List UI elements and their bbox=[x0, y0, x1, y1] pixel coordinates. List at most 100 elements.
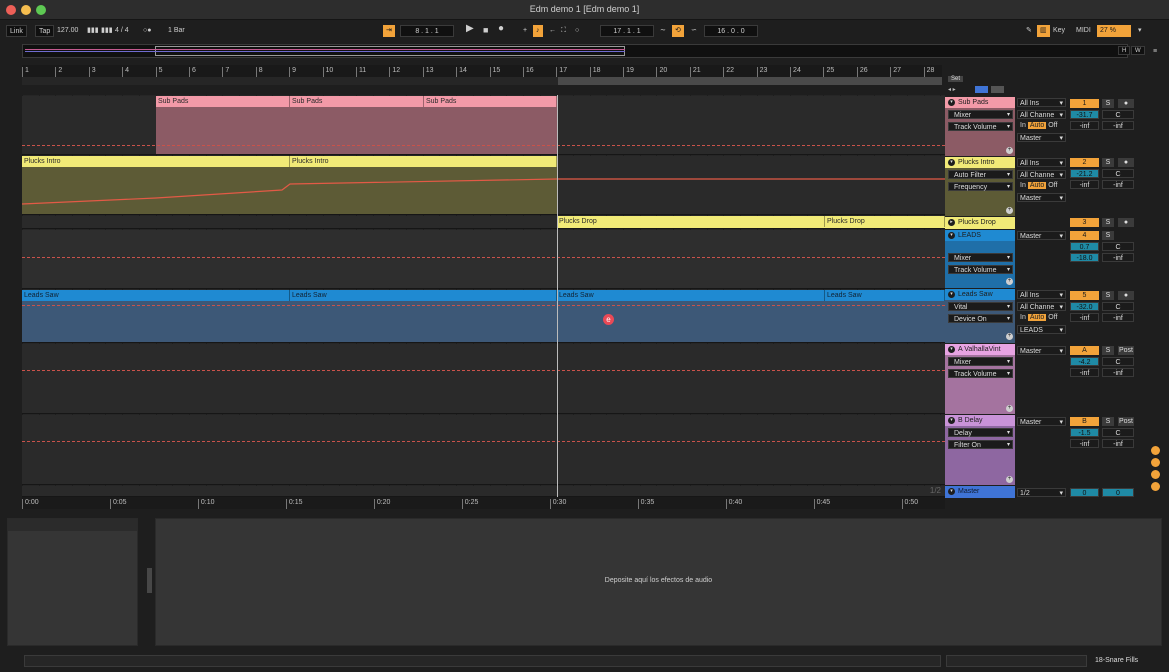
loop-strip[interactable] bbox=[22, 77, 942, 85]
clip[interactable]: Leads Saw bbox=[825, 290, 945, 342]
fold-icon[interactable]: ▾ bbox=[948, 488, 955, 495]
add-lane-icon[interactable]: + bbox=[1006, 278, 1013, 285]
monitor-off[interactable]: Off bbox=[1046, 314, 1059, 321]
volume-field[interactable]: -31.7 bbox=[1070, 110, 1099, 119]
arm-icon[interactable]: ● bbox=[1118, 99, 1134, 108]
track-activator[interactable]: 2 bbox=[1070, 158, 1099, 167]
track-activator[interactable]: 3 bbox=[1070, 218, 1099, 227]
send-b-field[interactable]: -inf bbox=[1102, 439, 1134, 448]
pan-field[interactable]: C bbox=[1102, 169, 1134, 178]
fold-icon[interactable]: ▾ bbox=[948, 232, 955, 239]
output-select[interactable]: Master ▾ bbox=[1017, 193, 1066, 202]
position-field[interactable]: 8 . 1 . 1 bbox=[400, 25, 454, 37]
loop-start-field[interactable]: 17 . 1 . 1 bbox=[600, 25, 654, 37]
clip[interactable]: Plucks Drop bbox=[825, 216, 945, 228]
fold-icon[interactable]: ▸ bbox=[948, 219, 955, 226]
parameter-chooser[interactable]: Device On ▾ bbox=[948, 314, 1013, 323]
device-chooser[interactable]: Auto Filter ▾ bbox=[948, 170, 1013, 179]
monitor-auto[interactable]: Auto bbox=[1027, 122, 1047, 129]
punch-out-icon[interactable]: ∽ bbox=[688, 25, 700, 37]
send-a-field[interactable]: -inf bbox=[1070, 313, 1099, 322]
send-b-field[interactable]: -inf bbox=[1102, 180, 1134, 189]
arm-icon[interactable]: ● bbox=[1118, 158, 1134, 167]
send-b-field[interactable]: -inf bbox=[1102, 121, 1134, 130]
frequency-automation-curve[interactable] bbox=[22, 156, 945, 215]
output-select[interactable]: Master ▾ bbox=[1017, 231, 1066, 240]
track-header-master[interactable]: ▾ Master bbox=[945, 486, 1015, 498]
track-header-plucks-intro[interactable]: ▾ Plucks Intro Auto Filter ▾ Frequency ▾ + bbox=[945, 157, 1015, 216]
track-lane-leads-saw[interactable]: Leads Saw Leads Saw Leads Saw Leads Saw … bbox=[22, 290, 945, 343]
fold-icon[interactable]: ▾ bbox=[948, 291, 955, 298]
track-name[interactable]: Master bbox=[958, 486, 979, 497]
track-name[interactable]: B Delay bbox=[958, 415, 983, 426]
tempo-field[interactable]: 127.00 bbox=[54, 25, 81, 37]
add-lane-icon[interactable]: + bbox=[1006, 333, 1013, 340]
monitor-off[interactable]: Off bbox=[1046, 122, 1059, 129]
time-ruler[interactable]: 0:00 0:05 0:10 0:15 0:20 0:25 0:30 0:35 0:40 0:45… bbox=[22, 497, 945, 509]
device-chooser[interactable]: Vital ▾ bbox=[948, 302, 1013, 311]
input-channel-select[interactable]: All Channe ▾ bbox=[1017, 170, 1066, 179]
post-button[interactable]: Post bbox=[1118, 417, 1134, 426]
track-name[interactable]: Plucks Drop bbox=[958, 217, 996, 228]
w-button[interactable]: W bbox=[1131, 46, 1145, 55]
device-chooser[interactable]: Mixer ▾ bbox=[948, 357, 1013, 366]
session-record-icon[interactable]: ○ bbox=[572, 25, 582, 37]
volume-field[interactable]: 0 bbox=[1070, 488, 1099, 497]
lock-icon[interactable] bbox=[991, 86, 1004, 93]
track-activator[interactable]: A bbox=[1070, 346, 1099, 355]
monitor-auto[interactable]: Auto bbox=[1027, 182, 1047, 189]
h-button[interactable]: H bbox=[1118, 46, 1131, 55]
track-activator[interactable]: 4 bbox=[1070, 231, 1099, 240]
send-b-field[interactable]: -inf bbox=[1102, 313, 1134, 322]
track-activator[interactable]: 5 bbox=[1070, 291, 1099, 300]
parameter-chooser[interactable]: Track Volume ▾ bbox=[948, 122, 1013, 131]
beat-ruler[interactable]: 1 2 3 4 5 6 7 8 9 10 11 12 13 14 15 16 17 18 19 20 21 22 23 24 2… bbox=[22, 65, 942, 77]
monitor-auto[interactable]: Auto bbox=[1027, 314, 1047, 321]
monitor-in[interactable]: In bbox=[1018, 314, 1028, 321]
stop-icon[interactable]: ■ bbox=[480, 24, 491, 36]
output-select[interactable]: Master ▾ bbox=[1017, 417, 1066, 426]
send-a-field[interactable]: -inf bbox=[1070, 180, 1099, 189]
volume-field[interactable]: -32.0 bbox=[1070, 302, 1099, 311]
pan-field[interactable]: 0 bbox=[1102, 488, 1134, 497]
solo-button[interactable]: S bbox=[1102, 346, 1114, 355]
track-lane-sub-pads[interactable]: Sub Pads Sub Pads Sub Pads bbox=[22, 96, 945, 155]
parameter-chooser[interactable]: Frequency ▾ bbox=[948, 182, 1013, 191]
parameter-chooser[interactable]: Track Volume ▾ bbox=[948, 265, 1013, 274]
device-browser-panel[interactable] bbox=[7, 518, 138, 646]
input-channel-select[interactable]: All Channe ▾ bbox=[1017, 110, 1066, 119]
monitor-in[interactable]: In bbox=[1018, 122, 1028, 129]
track-header-plucks-drop[interactable]: ▸ Plucks Drop bbox=[945, 217, 1015, 229]
set-button[interactable]: Set bbox=[948, 76, 964, 82]
device-chooser[interactable]: Mixer ▾ bbox=[948, 253, 1013, 262]
time-signature-field[interactable]: 4 / 4 bbox=[112, 25, 132, 37]
send-b-field[interactable]: -inf bbox=[1102, 368, 1134, 377]
draw-mode-icon[interactable]: ✎ bbox=[1023, 25, 1035, 37]
input-type-select[interactable]: All Ins ▾ bbox=[1017, 98, 1066, 107]
link-button[interactable]: Link bbox=[6, 25, 27, 37]
output-select[interactable]: LEADS ▾ bbox=[1017, 325, 1066, 334]
arrangement-overview[interactable] bbox=[22, 44, 1128, 58]
send-b-field[interactable]: -inf bbox=[1102, 253, 1134, 262]
track-name[interactable]: Sub Pads bbox=[958, 97, 988, 108]
track-header-return-b[interactable]: ▾ B Delay Delay ▾ Filter On ▾ + bbox=[945, 415, 1015, 485]
arm-icon[interactable]: ● bbox=[1118, 291, 1134, 300]
key-map-button[interactable]: Key bbox=[1050, 25, 1068, 37]
device-view-icon[interactable] bbox=[1151, 458, 1160, 467]
clip[interactable]: Leads Saw bbox=[22, 290, 290, 342]
arrangement-nav-icons[interactable]: ◂ ▸ bbox=[948, 86, 956, 93]
fold-icon[interactable]: ▾ bbox=[948, 99, 955, 106]
send-a-field[interactable]: -18.0 bbox=[1070, 253, 1099, 262]
record-icon[interactable]: ● bbox=[495, 23, 507, 35]
add-lane-icon[interactable]: + bbox=[1006, 207, 1013, 214]
volume-field[interactable]: 0.7 bbox=[1070, 242, 1099, 251]
pan-field[interactable]: C bbox=[1102, 357, 1134, 366]
solo-button[interactable]: S bbox=[1102, 291, 1114, 300]
send-a-field[interactable]: -inf bbox=[1070, 439, 1099, 448]
track-lane-plucks-drop[interactable]: Plucks Drop Plucks Drop bbox=[22, 216, 945, 229]
solo-button[interactable]: S bbox=[1102, 218, 1114, 227]
automation-arm-icon[interactable]: ♪ bbox=[533, 25, 543, 37]
send-a-field[interactable]: -inf bbox=[1070, 121, 1099, 130]
solo-button[interactable]: S bbox=[1102, 417, 1114, 426]
follow-icon[interactable]: ⇥ bbox=[383, 25, 395, 37]
